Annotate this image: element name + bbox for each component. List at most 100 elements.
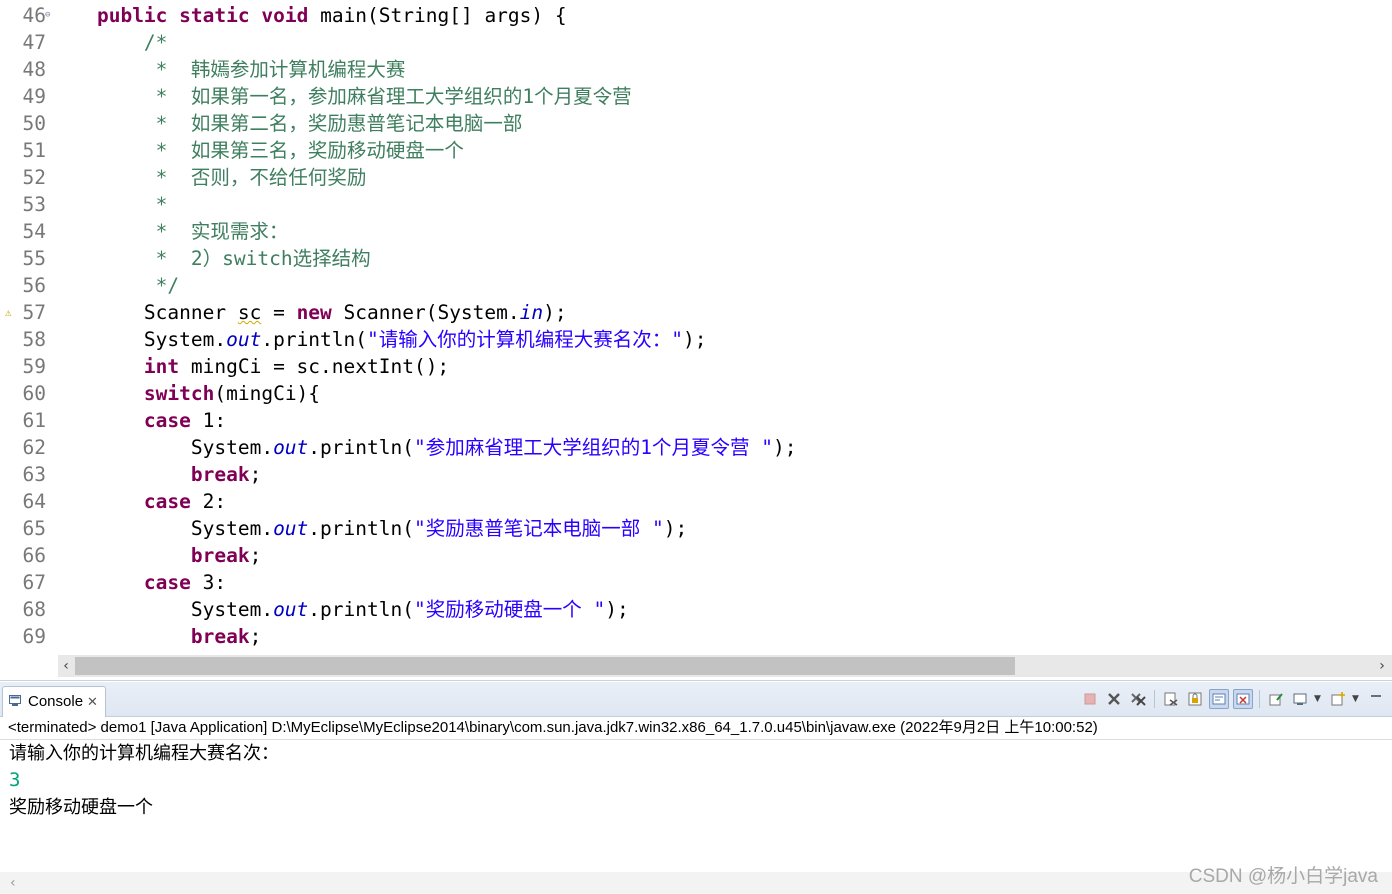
pin-console-icon[interactable] [1266, 689, 1286, 709]
line-number: 65 [22, 517, 46, 540]
code-token: 如果第二名，奖励惠普笔记本电脑一部 [190, 112, 523, 135]
code-line[interactable]: break; [58, 461, 261, 488]
console-output[interactable]: 请输入你的计算机编程大赛名次： 3 奖励移动硬盘一个 [9, 740, 279, 821]
fold-collapse-icon[interactable]: ⊖ [45, 2, 50, 29]
code-line[interactable]: public static void main(String[] args) { [58, 2, 567, 29]
code-token: ; [249, 625, 262, 648]
console-input-line: 3 [9, 769, 21, 791]
code-token: case [143, 490, 191, 513]
scroll-right-arrow-icon[interactable]: › [1374, 655, 1390, 677]
console-output-line: 奖励移动硬盘一个 [9, 797, 153, 818]
code-token: sc [237, 301, 262, 324]
scrollbar-thumb[interactable] [75, 657, 1015, 675]
code-token: 实现需求： [190, 220, 289, 243]
code-line[interactable]: * 实现需求： [58, 218, 289, 245]
code-token: main(String[] args) { [308, 4, 567, 27]
code-line[interactable]: System.out.println("参加麻省理工大学组织的1个月夏令营 ")… [58, 434, 797, 461]
console-horizontal-scrollbar[interactable]: ‹ [0, 872, 1392, 894]
chevron-down-icon[interactable]: ▼ [1352, 694, 1362, 704]
code-token: .println( [308, 517, 414, 540]
code-token: 奖励惠普笔记本电脑一部 [425, 517, 641, 540]
code-line[interactable]: switch(mingCi){ [58, 380, 320, 407]
code-line[interactable]: case 2: [58, 488, 226, 515]
code-token: 参加麻省理工大学组织的 [425, 436, 641, 459]
code-line[interactable]: * 如果第一名，参加麻省理工大学组织的1个月夏令营 [58, 83, 632, 110]
clear-console-icon[interactable] [1161, 689, 1181, 709]
code-line[interactable]: break; [58, 542, 261, 569]
code-line[interactable]: System.out.println("请输入你的计算机编程大赛名次："); [58, 326, 707, 353]
terminate-icon[interactable] [1080, 689, 1100, 709]
code-line[interactable]: * 否则，不给任何奖励 [58, 164, 367, 191]
code-token: = [261, 301, 297, 324]
code-token: 否则，不给任何奖励 [190, 166, 367, 189]
code-line[interactable]: System.out.println("奖励移动硬盘一个 "); [58, 596, 629, 623]
console-view: Console ✕ ▼ ▼ <terminated> demo1 [Java A… [0, 682, 1392, 894]
show-on-output-icon[interactable] [1233, 689, 1253, 709]
remove-launch-icon[interactable] [1104, 689, 1124, 709]
view-menu-icon[interactable] [1366, 689, 1386, 709]
code-line[interactable]: */ [58, 272, 179, 299]
new-console-icon[interactable] [1328, 689, 1348, 709]
code-token: 韩嫣参加计算机编程大赛 [190, 58, 406, 81]
code-line[interactable]: * 2）switch选择结构 [58, 245, 371, 272]
code-line[interactable]: break; [58, 623, 261, 650]
line-number: 54 [22, 220, 46, 243]
code-line[interactable]: Scanner sc = new Scanner(System.in); [58, 299, 567, 326]
line-number: 58 [22, 328, 46, 351]
editor-horizontal-scrollbar[interactable]: ‹ › [58, 655, 1392, 677]
code-line[interactable]: case 3: [58, 569, 226, 596]
display-console-icon[interactable] [1290, 689, 1310, 709]
code-token: 奖励移动硬盘一个 [425, 598, 582, 621]
line-number: 68 [22, 598, 46, 621]
code-token: case [143, 409, 191, 432]
code-area[interactable]: public static void main(String[] args) {… [58, 0, 1392, 655]
code-token: * 2 [58, 247, 203, 270]
code-token: out [273, 598, 309, 621]
code-token: switch [143, 382, 215, 405]
code-token: ); [543, 301, 567, 324]
code-token: void [261, 4, 309, 27]
line-number: 55 [22, 247, 46, 270]
code-token: " [413, 598, 426, 621]
warning-marker-icon[interactable]: ⚠ [5, 299, 12, 326]
code-token: 1: [190, 409, 227, 432]
scroll-lock-icon[interactable] [1185, 689, 1205, 709]
code-line[interactable]: /* [58, 29, 168, 56]
code-line[interactable]: * 韩嫣参加计算机编程大赛 [58, 56, 406, 83]
code-token: * [58, 193, 168, 216]
code-line[interactable]: * 如果第三名，奖励移动硬盘一个 [58, 137, 464, 164]
code-line[interactable]: * 如果第二名，奖励惠普笔记本电脑一部 [58, 110, 523, 137]
code-line[interactable]: case 1: [58, 407, 226, 434]
code-token: ; [249, 463, 262, 486]
code-token: " [749, 436, 773, 459]
scroll-left-arrow-icon[interactable]: ‹ [58, 655, 74, 677]
watermark: CSDN @杨小白学java [1188, 866, 1378, 887]
code-token: * [58, 220, 191, 243]
code-token: */ [58, 274, 180, 297]
code-token: break [190, 625, 250, 648]
console-icon [9, 695, 21, 706]
chevron-down-icon[interactable]: ▼ [1314, 694, 1324, 704]
code-line[interactable]: int mingCi = sc.nextInt(); [58, 353, 449, 380]
code-line[interactable]: System.out.println("奖励惠普笔记本电脑一部 "); [58, 515, 687, 542]
word-wrap-icon[interactable] [1209, 689, 1229, 709]
code-token: static [179, 4, 250, 27]
close-icon[interactable]: ✕ [87, 687, 98, 717]
code-token: ); [605, 598, 629, 621]
code-token: new [296, 301, 332, 324]
console-tab[interactable]: Console ✕ [2, 686, 106, 717]
scroll-left-arrow-icon[interactable]: ‹ [10, 872, 16, 894]
line-number: 69 [22, 625, 46, 648]
remove-all-terminated-icon[interactable] [1128, 689, 1148, 709]
line-number: 63 [22, 463, 46, 486]
code-editor[interactable]: 46 ⊖ 47 48 49 50 51 52 53 54 55 56 57 ⚠ 58 59 60 61 62 63 64… [0, 0, 1392, 681]
toolbar-separator [1259, 690, 1260, 708]
code-token: System. [58, 598, 274, 621]
code-line[interactable]: * [58, 191, 168, 218]
code-token: * [58, 139, 191, 162]
